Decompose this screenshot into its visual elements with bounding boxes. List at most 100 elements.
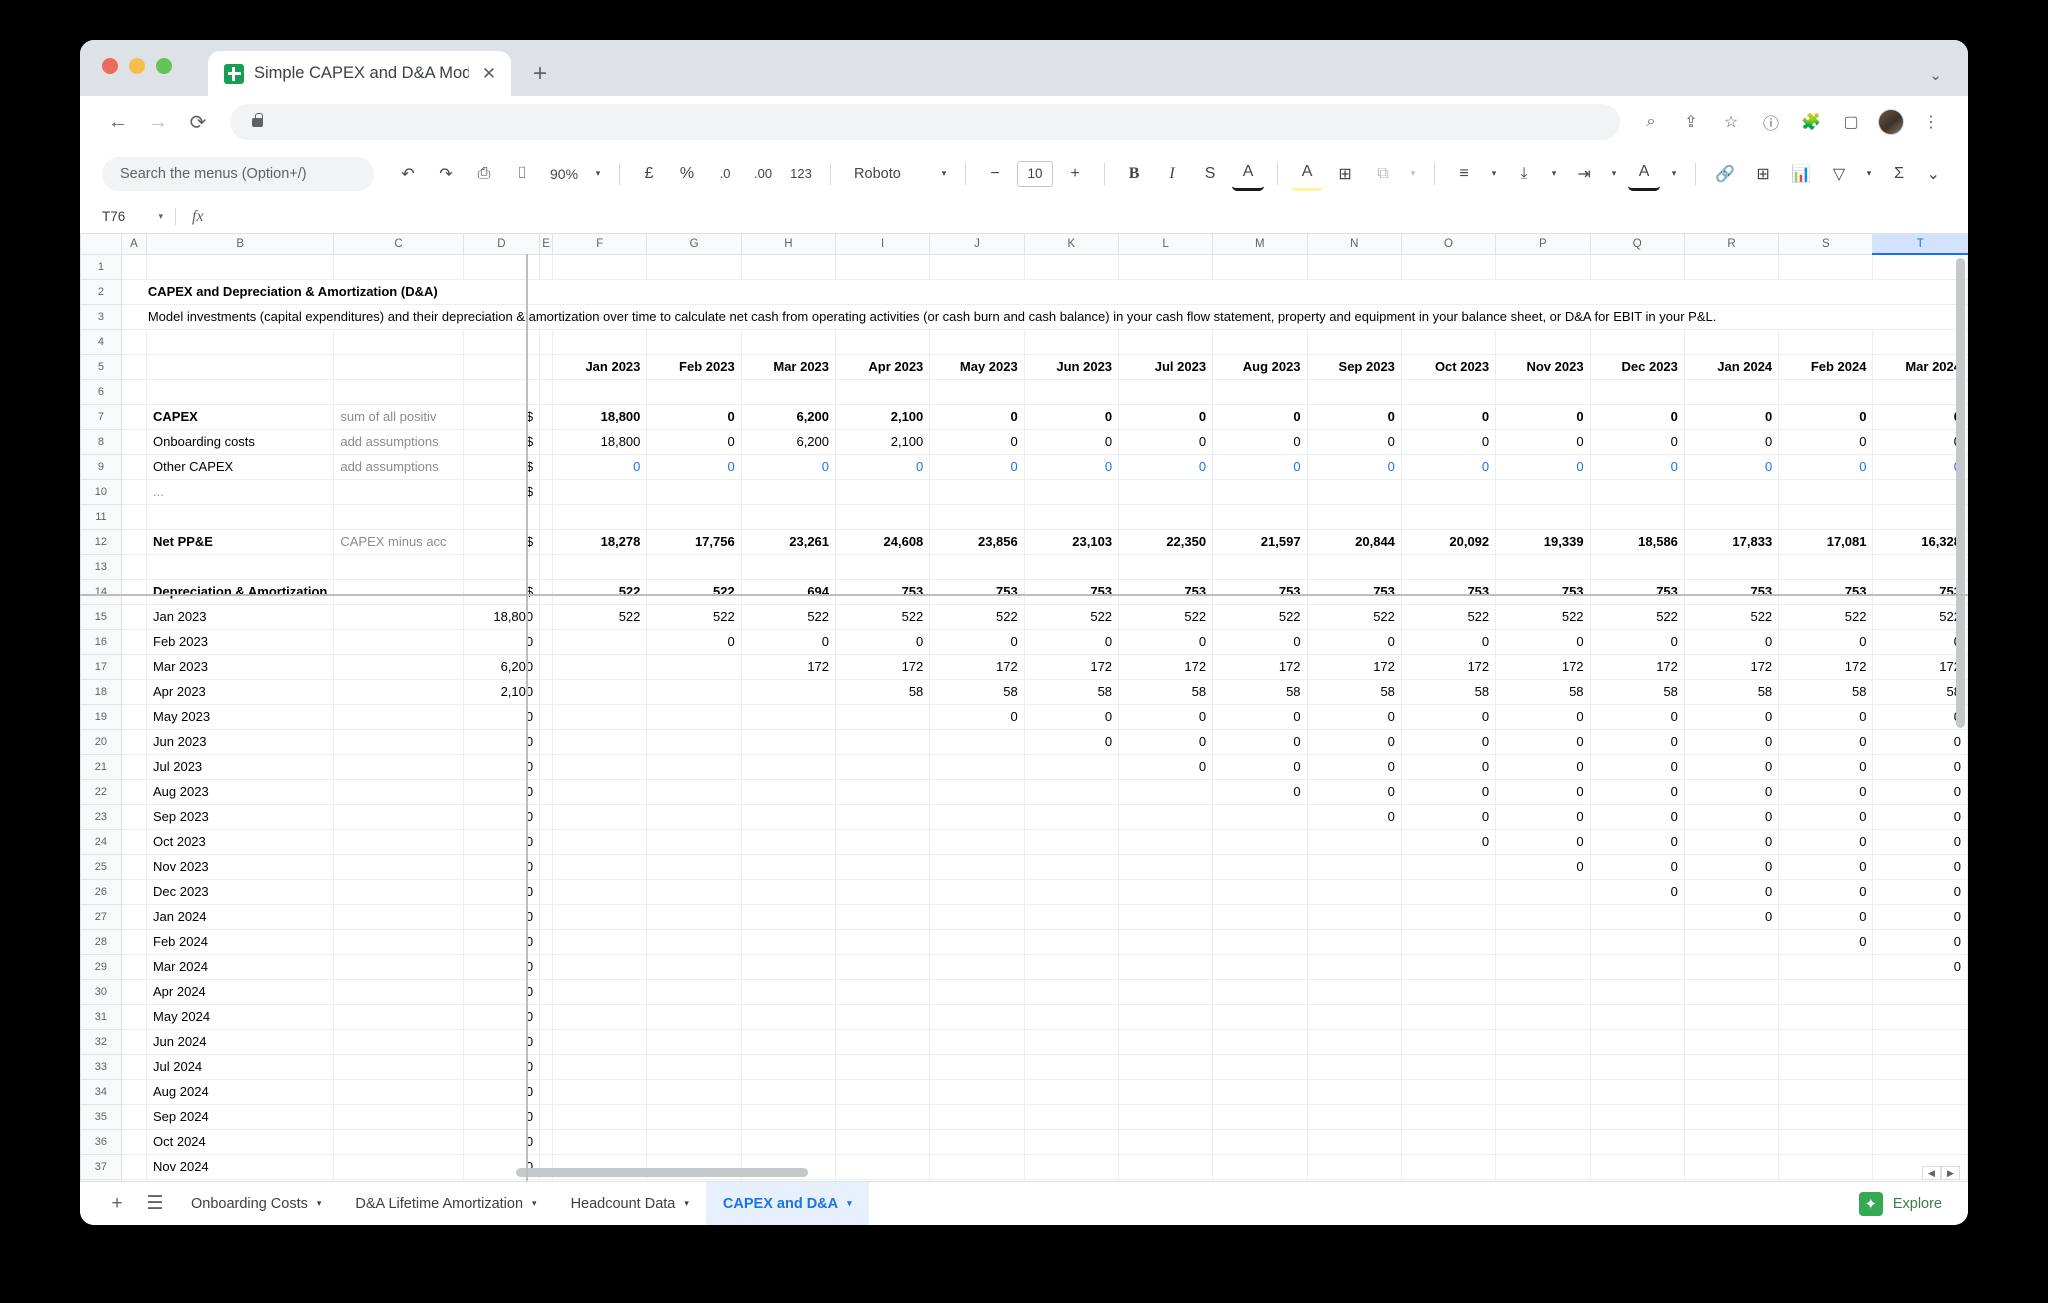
data-cell[interactable]: 0 bbox=[1778, 879, 1874, 905]
data-cell[interactable] bbox=[1212, 979, 1308, 1005]
row-unit[interactable]: $ bbox=[463, 454, 541, 480]
empty-cell[interactable] bbox=[121, 654, 148, 680]
empty-cell[interactable] bbox=[539, 254, 554, 280]
data-cell[interactable]: 23,261 bbox=[741, 529, 837, 555]
data-cell[interactable]: 172 bbox=[1401, 654, 1497, 680]
data-cell[interactable] bbox=[1307, 929, 1402, 955]
data-cell[interactable] bbox=[1024, 804, 1120, 830]
data-cell[interactable] bbox=[835, 804, 931, 830]
empty-cell[interactable] bbox=[463, 329, 541, 355]
data-cell[interactable]: 0 bbox=[1590, 729, 1685, 755]
data-cell[interactable] bbox=[1495, 479, 1591, 505]
strikethrough-button[interactable]: S bbox=[1194, 157, 1226, 191]
data-cell[interactable] bbox=[1212, 1029, 1308, 1055]
data-cell[interactable]: 24,608 bbox=[835, 529, 931, 555]
explore-button[interactable]: Explore bbox=[1858, 1191, 1942, 1216]
empty-cell[interactable] bbox=[539, 354, 554, 380]
data-cell[interactable] bbox=[1118, 1104, 1214, 1130]
font-family-select[interactable]: Roboto bbox=[844, 157, 930, 191]
empty-cell[interactable] bbox=[121, 1104, 148, 1130]
empty-cell[interactable] bbox=[741, 254, 837, 280]
data-cell[interactable]: 0 bbox=[1590, 629, 1685, 655]
empty-cell[interactable] bbox=[333, 779, 464, 805]
empty-cell[interactable] bbox=[121, 679, 148, 705]
data-cell[interactable]: 753 bbox=[1401, 579, 1497, 605]
data-cell[interactable] bbox=[646, 1004, 742, 1030]
empty-cell[interactable] bbox=[929, 254, 1025, 280]
empty-cell[interactable] bbox=[146, 379, 335, 405]
empty-cell[interactable] bbox=[539, 554, 554, 580]
data-cell[interactable] bbox=[835, 1054, 931, 1080]
row-unit[interactable]: $ bbox=[463, 479, 541, 505]
data-cell[interactable] bbox=[929, 779, 1025, 805]
empty-cell[interactable] bbox=[539, 654, 554, 680]
chevron-down-icon[interactable]: ▾ bbox=[1405, 157, 1421, 191]
data-cell[interactable] bbox=[1590, 1104, 1685, 1130]
data-cell[interactable] bbox=[1401, 1029, 1497, 1055]
schedule-capex-value[interactable]: 0 bbox=[463, 979, 541, 1005]
empty-cell[interactable] bbox=[146, 329, 335, 355]
data-cell[interactable]: 0 bbox=[1495, 804, 1591, 830]
empty-cell[interactable] bbox=[539, 804, 554, 830]
data-cell[interactable]: 0 bbox=[646, 429, 742, 455]
row-header-9[interactable]: 9 bbox=[80, 453, 122, 480]
data-cell[interactable] bbox=[835, 1104, 931, 1130]
empty-cell[interactable] bbox=[333, 1029, 464, 1055]
column-header-c[interactable]: C bbox=[333, 234, 464, 255]
data-cell[interactable]: 172 bbox=[741, 654, 837, 680]
data-cell[interactable]: 0 bbox=[1307, 404, 1402, 430]
merge-cells-button[interactable]: ⧉ bbox=[1367, 157, 1399, 191]
data-cell[interactable]: 23,103 bbox=[1024, 529, 1120, 555]
empty-cell[interactable] bbox=[121, 879, 148, 905]
data-cell[interactable] bbox=[835, 1079, 931, 1105]
empty-cell[interactable] bbox=[333, 729, 464, 755]
empty-cell[interactable] bbox=[333, 854, 464, 880]
data-cell[interactable]: 0 bbox=[1590, 829, 1685, 855]
data-cell[interactable] bbox=[1495, 954, 1591, 980]
data-cell[interactable] bbox=[835, 754, 931, 780]
avatar[interactable] bbox=[1874, 105, 1908, 139]
empty-cell[interactable] bbox=[1684, 254, 1780, 280]
empty-cell[interactable] bbox=[646, 254, 742, 280]
empty-cell[interactable] bbox=[835, 329, 931, 355]
data-cell[interactable]: 0 bbox=[1401, 779, 1497, 805]
empty-cell[interactable] bbox=[146, 254, 335, 280]
data-cell[interactable] bbox=[1401, 1079, 1497, 1105]
data-cell[interactable] bbox=[1307, 979, 1402, 1005]
data-cell[interactable] bbox=[1495, 979, 1591, 1005]
empty-cell[interactable] bbox=[121, 429, 148, 455]
empty-cell[interactable] bbox=[835, 504, 931, 530]
empty-cell[interactable] bbox=[121, 729, 148, 755]
data-cell[interactable] bbox=[1684, 954, 1780, 980]
empty-cell[interactable] bbox=[333, 879, 464, 905]
schedule-month-label[interactable]: Oct 2024 bbox=[146, 1129, 335, 1155]
data-cell[interactable]: 0 bbox=[1684, 804, 1780, 830]
empty-cell[interactable] bbox=[1212, 504, 1308, 530]
column-header-o[interactable]: O bbox=[1400, 234, 1497, 255]
data-cell[interactable] bbox=[1684, 1054, 1780, 1080]
schedule-month-label[interactable]: Mar 2024 bbox=[146, 954, 335, 980]
data-cell[interactable]: 58 bbox=[1307, 679, 1402, 705]
data-cell[interactable]: 522 bbox=[1307, 604, 1402, 630]
data-cell[interactable] bbox=[646, 904, 742, 930]
empty-cell[interactable] bbox=[121, 804, 148, 830]
row-label[interactable]: Onboarding costs bbox=[146, 429, 335, 455]
data-cell[interactable]: 172 bbox=[1118, 654, 1214, 680]
data-cell[interactable]: 58 bbox=[1684, 679, 1780, 705]
data-cell[interactable] bbox=[1778, 1004, 1874, 1030]
functions-button[interactable]: Σ bbox=[1883, 157, 1915, 191]
data-cell[interactable] bbox=[552, 704, 648, 730]
data-cell[interactable] bbox=[1118, 929, 1214, 955]
empty-cell[interactable] bbox=[552, 254, 648, 280]
data-cell[interactable] bbox=[1590, 1029, 1685, 1055]
data-cell[interactable]: 18,278 bbox=[552, 529, 648, 555]
schedule-month-label[interactable]: Jan 2024 bbox=[146, 904, 335, 930]
data-cell[interactable] bbox=[1684, 929, 1780, 955]
empty-cell[interactable] bbox=[1401, 329, 1497, 355]
empty-cell[interactable] bbox=[146, 554, 335, 580]
data-cell[interactable] bbox=[552, 754, 648, 780]
row-header-8[interactable]: 8 bbox=[80, 428, 122, 455]
empty-cell[interactable] bbox=[333, 254, 464, 280]
empty-cell[interactable] bbox=[1590, 379, 1685, 405]
schedule-month-label[interactable]: May 2023 bbox=[146, 704, 335, 730]
